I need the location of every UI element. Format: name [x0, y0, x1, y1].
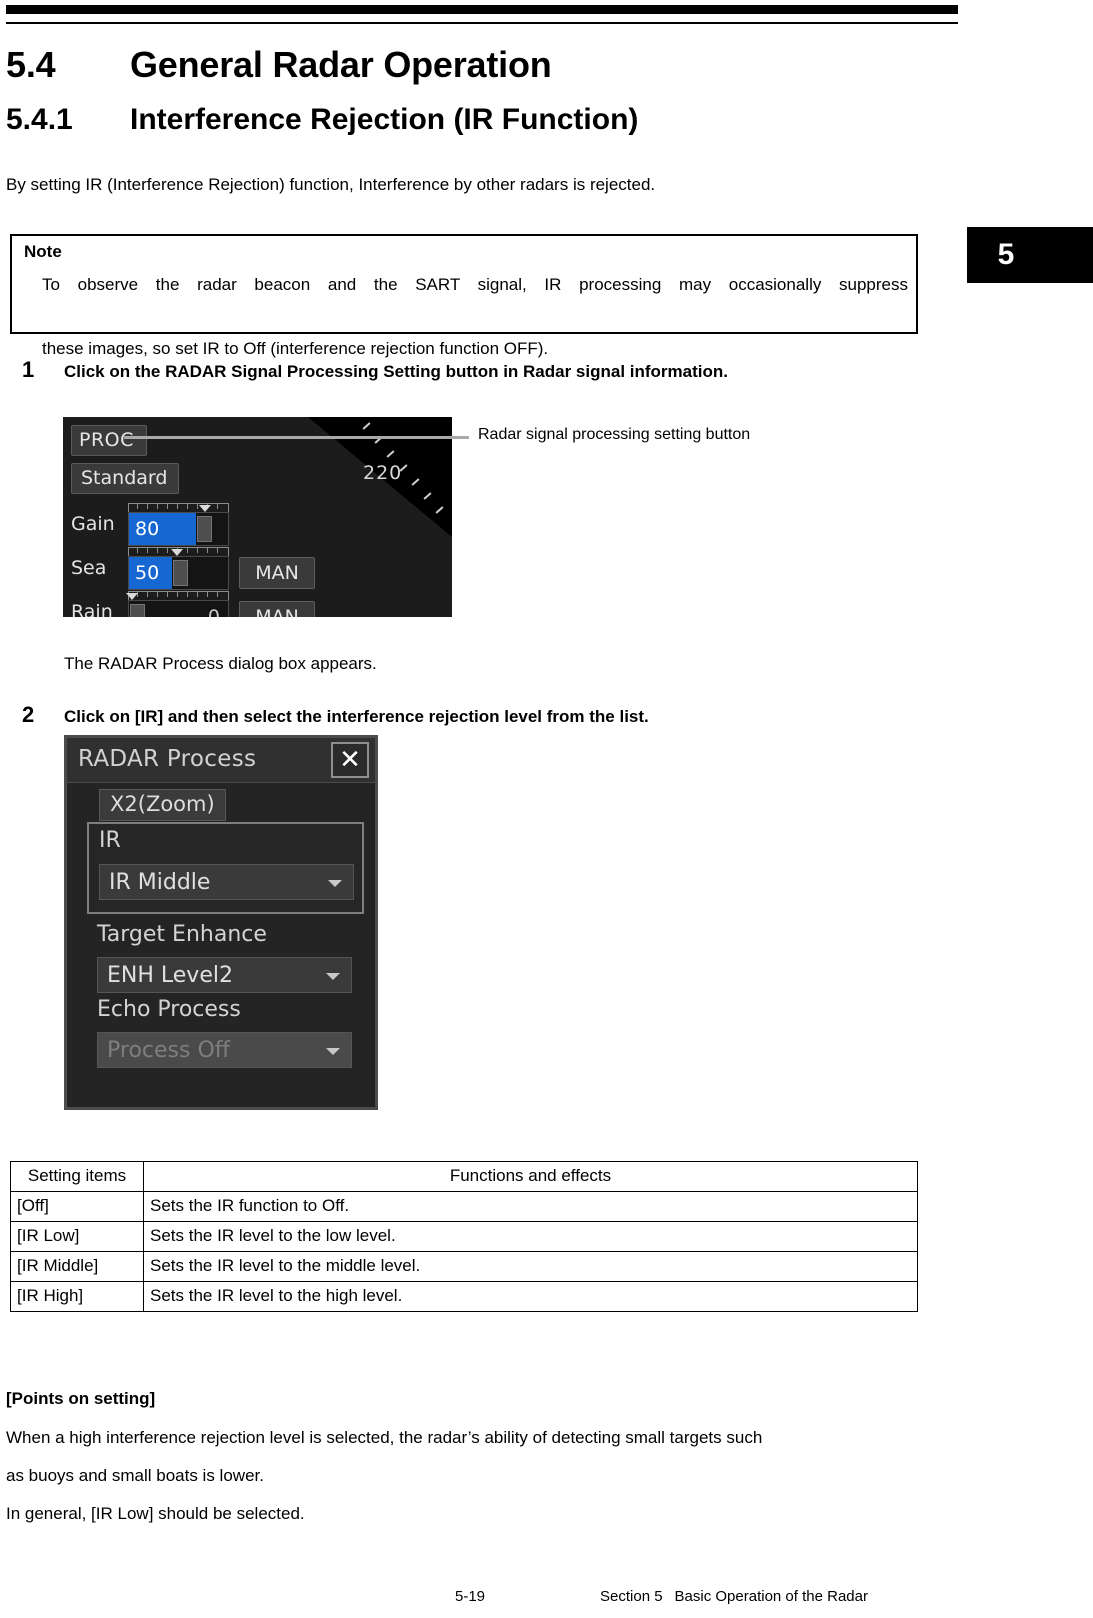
subsection-heading: 5.4.1 Interference Rejection (IR Function…: [6, 103, 638, 137]
gain-scale-strip: [128, 503, 229, 512]
chapter-tab-label: 5: [997, 238, 1015, 271]
header-rule-thin: [6, 22, 958, 24]
echo-process-value: Process Off: [107, 1038, 230, 1063]
note-body: To observe the radar beacon and the SART…: [42, 269, 908, 365]
target-enhance-label: Target Enhance: [97, 922, 267, 947]
cell-setting-item: [IR High]: [10, 1281, 144, 1312]
dialog-title: RADAR Process: [78, 746, 257, 772]
step-2-number: 2: [22, 702, 35, 727]
radar-signal-information-panel: 220 PROC Standard Gain 80 Sea 50 MAN Rai…: [63, 417, 452, 617]
table-row: [IR Middle] Sets the IR level to the mid…: [10, 1251, 918, 1282]
rain-scale-strip: [126, 591, 229, 600]
ir-level-value: IR Middle: [109, 870, 211, 895]
x2-zoom-button[interactable]: X2(Zoom): [99, 789, 226, 821]
bearing-readout: 220: [363, 462, 403, 484]
cell-setting-item: [IR Middle]: [10, 1251, 144, 1282]
cell-function: Sets the IR level to the low level.: [143, 1221, 918, 1252]
sea-scale-marker: [171, 549, 183, 556]
page-number: 5-19: [455, 1588, 486, 1605]
cell-function: Sets the IR level to the middle level.: [143, 1251, 918, 1282]
radar-process-dialog: RADAR Process ✕ X2(Zoom) IR IR Middle Ta…: [64, 735, 378, 1110]
sea-slider-knob[interactable]: [173, 560, 188, 586]
subsection-number: 5.4.1: [6, 103, 73, 136]
table-header-row: Setting items Functions and effects: [10, 1161, 918, 1192]
step-1-result: The RADAR Process dialog box appears.: [64, 654, 377, 673]
callout-label: Radar signal processing setting button: [478, 426, 751, 443]
cell-setting-item: [IR Low]: [10, 1221, 144, 1252]
note-line-1: To observe the radar beacon and the SART…: [42, 275, 908, 294]
sea-control-row: Sea 50 MAN: [71, 547, 331, 591]
sea-value: 50: [135, 562, 160, 584]
table-row: [IR Low] Sets the IR level to the low le…: [10, 1221, 918, 1252]
note-box: Note To observe the radar beacon and the…: [10, 234, 918, 358]
sea-mode-button[interactable]: MAN: [239, 557, 315, 589]
gain-control-row: Gain 80: [71, 503, 331, 547]
table-row: [Off] Sets the IR function to Off.: [10, 1191, 918, 1222]
step-1-text: Click on the RADAR Signal Processing Set…: [64, 362, 728, 381]
cell-setting-item: [Off]: [10, 1191, 144, 1222]
rain-scale-marker: [126, 593, 138, 600]
cell-function: Sets the IR level to the high level.: [143, 1281, 918, 1312]
echo-process-label: Echo Process: [97, 997, 241, 1022]
gain-scale-marker: [199, 505, 211, 512]
echo-process-dropdown[interactable]: Process Off: [97, 1032, 352, 1068]
standard-preset-button[interactable]: Standard: [71, 463, 179, 494]
rain-mode-button[interactable]: MAN: [239, 601, 315, 617]
note-line-2: these images, so set IR to Off (interfer…: [42, 339, 549, 358]
note-title: Note: [24, 242, 62, 261]
footer-section-title: Basic Operation of the Radar: [674, 1588, 868, 1605]
proc-button[interactable]: PROC: [71, 425, 147, 456]
table-row: [IR High] Sets the IR level to the high …: [10, 1281, 918, 1312]
gain-label: Gain: [71, 513, 115, 535]
ir-level-dropdown[interactable]: IR Middle: [99, 864, 354, 900]
rain-label: Rain: [71, 601, 113, 617]
callout-leader-line: [124, 436, 469, 439]
gain-value: 80: [135, 518, 160, 540]
chevron-down-icon: [326, 973, 340, 980]
points-line-3: In general, [IR Low] should be selected.: [6, 1504, 305, 1523]
rain-control-row: Rain 0 MAN: [71, 591, 331, 617]
section-number: 5.4: [6, 44, 56, 85]
step-2-text: Click on [IR] and then select the interf…: [64, 707, 649, 726]
ir-label: IR: [99, 828, 121, 853]
ir-settings-table: Setting items Functions and effects [Off…: [10, 1161, 918, 1312]
close-icon[interactable]: ✕: [331, 742, 369, 778]
sea-slider[interactable]: 50: [128, 556, 229, 590]
column-header-functions: Functions and effects: [143, 1161, 918, 1192]
column-header-setting-items: Setting items: [10, 1161, 144, 1192]
sea-scale-strip: [128, 547, 229, 556]
chevron-down-icon: [328, 880, 342, 887]
footer-section: Section 5 Basic Operation of the Radar: [600, 1588, 868, 1605]
footer-section-number: Section 5: [600, 1588, 663, 1605]
ir-selection-group: IR IR Middle: [87, 822, 364, 914]
gain-slider-knob[interactable]: [197, 516, 212, 542]
header-rule-thick: [6, 5, 958, 14]
points-on-setting-title: [Points on setting]: [6, 1389, 156, 1408]
section-title: General Radar Operation: [130, 44, 552, 85]
rain-slider-knob[interactable]: [130, 604, 145, 617]
section-heading: 5.4 General Radar Operation: [6, 44, 552, 86]
gain-slider[interactable]: 80: [128, 512, 229, 546]
chapter-tab-marker: 5: [967, 227, 1093, 283]
target-enhance-dropdown[interactable]: ENH Level2: [97, 957, 352, 993]
intro-paragraph: By setting IR (Interference Rejection) f…: [6, 175, 656, 194]
rain-value: 0: [207, 606, 220, 617]
sea-label: Sea: [71, 557, 107, 579]
points-line-1: When a high interference rejection level…: [6, 1428, 763, 1447]
cell-function: Sets the IR function to Off.: [143, 1191, 918, 1222]
points-line-2: as buoys and small boats is lower.: [6, 1466, 264, 1485]
rain-slider[interactable]: 0: [128, 600, 229, 617]
subsection-title: Interference Rejection (IR Function): [130, 103, 639, 136]
target-enhance-value: ENH Level2: [107, 963, 233, 988]
step-1-number: 1: [22, 357, 35, 382]
chevron-down-icon: [326, 1048, 340, 1055]
